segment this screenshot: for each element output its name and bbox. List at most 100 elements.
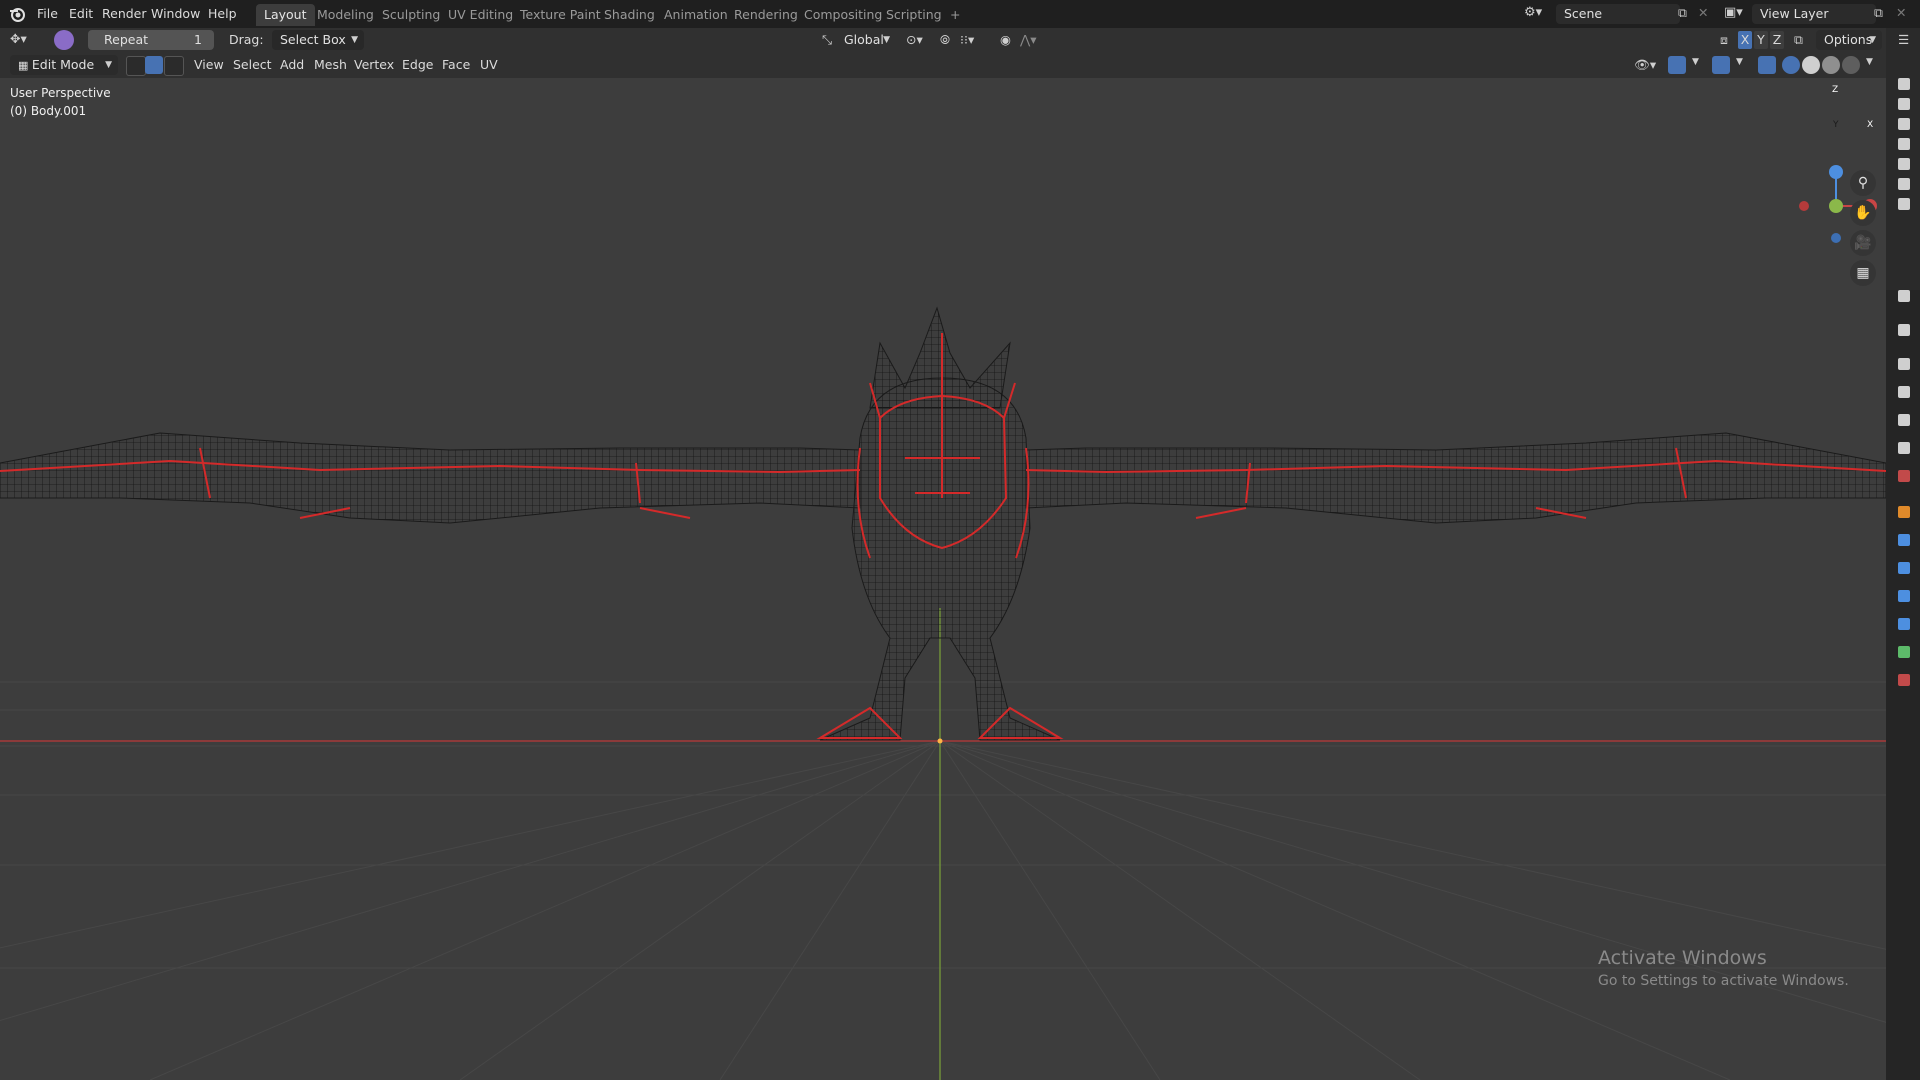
camera-icon[interactable] — [1898, 178, 1910, 190]
tab-modeling[interactable]: Modeling — [309, 4, 382, 26]
options-dropdown[interactable]: Options ▼ — [1816, 30, 1882, 50]
grid-view-icon[interactable]: ▦ — [1850, 260, 1876, 286]
overlay-toggle-icon[interactable] — [1712, 56, 1730, 74]
gizmo-x-label[interactable]: X — [1867, 120, 1873, 130]
close-view-layer-icon[interactable]: ✕ — [1896, 5, 1906, 20]
proportional-edit-icon[interactable]: ◉ — [1000, 32, 1011, 47]
scene-icon[interactable]: ⚙▾ — [1524, 5, 1542, 20]
output-icon[interactable] — [1898, 386, 1910, 398]
menu-add[interactable]: Add — [274, 55, 310, 75]
mirror-x-toggle[interactable]: X — [1738, 31, 1752, 49]
constraints-icon[interactable] — [1898, 618, 1910, 630]
shading-dropdown-icon[interactable]: ▼ — [1866, 57, 1873, 67]
pan-hand-icon[interactable]: ✋ — [1850, 200, 1876, 226]
repeat-label: Repeat — [104, 32, 149, 47]
snap-target-icon[interactable]: ⁝⁝▾ — [960, 32, 974, 47]
mesh-data-icon[interactable] — [1898, 646, 1910, 658]
mode-dropdown[interactable]: ▦ Edit Mode ▼ — [10, 55, 118, 75]
camera-icon[interactable] — [1898, 98, 1910, 110]
tab-texture-paint[interactable]: Texture Paint — [512, 4, 609, 26]
view-layer-icon[interactable] — [1898, 414, 1910, 426]
camera-view-icon[interactable]: 🎥 — [1850, 230, 1876, 256]
properties-editor-icon[interactable] — [1898, 290, 1910, 302]
tab-rendering[interactable]: Rendering — [726, 4, 806, 26]
snap-icon[interactable]: ⦾ — [940, 32, 950, 48]
outliner-row-icon[interactable] — [1898, 118, 1910, 130]
object-icon[interactable] — [1898, 506, 1910, 518]
render-icon[interactable] — [1898, 358, 1910, 370]
add-workspace-button[interactable]: + — [942, 4, 968, 26]
menu-uv[interactable]: UV — [474, 55, 504, 75]
gizmo-y-label[interactable]: Y — [1833, 120, 1839, 130]
xray-toggle-icon[interactable] — [1758, 56, 1776, 74]
material-shading-icon[interactable] — [1822, 56, 1840, 74]
visibility-icon[interactable]: 👁▾ — [1634, 57, 1656, 73]
gizmo-z-label[interactable]: Z — [1832, 85, 1838, 95]
pivot-point-icon[interactable]: ⊙▾ — [906, 32, 923, 47]
menu-window[interactable]: Window — [146, 4, 205, 24]
menu-file[interactable]: File — [32, 4, 63, 24]
tab-scripting[interactable]: Scripting — [878, 4, 950, 26]
gizmo-dropdown-icon[interactable]: ▼ — [1692, 57, 1699, 67]
active-tool-icon[interactable] — [54, 30, 74, 50]
vertex-select-icon[interactable] — [126, 56, 146, 76]
blender-logo-icon[interactable] — [8, 5, 26, 23]
menu-select[interactable]: Select — [227, 55, 278, 75]
scene-name-field[interactable]: Scene — [1556, 4, 1680, 24]
menu-edge[interactable]: Edge — [396, 55, 439, 75]
falloff-icon[interactable]: ⋀▾ — [1020, 32, 1037, 47]
menu-help[interactable]: Help — [203, 4, 242, 24]
viewport-header: ▦ Edit Mode ▼ View Select Add Mesh Vertex… — [0, 52, 1886, 78]
auto-merge-icon[interactable]: ⧉ — [1794, 32, 1803, 48]
menu-view[interactable]: View — [188, 55, 230, 75]
viewport-canvas[interactable] — [0, 78, 1886, 1080]
editor-type-icon[interactable]: ✥▾ — [10, 31, 27, 46]
outliner-row-icon[interactable] — [1898, 158, 1910, 170]
3d-viewport[interactable]: User Perspective (0) Body.001 Z Y X ⚲ ✋ … — [0, 78, 1886, 1080]
mode-value: Edit Mode — [31, 57, 95, 72]
modifier-wrench-icon[interactable] — [1898, 534, 1910, 546]
particles-icon[interactable] — [1898, 562, 1910, 574]
new-scene-icon[interactable]: ⧉ — [1678, 5, 1687, 21]
tab-compositing[interactable]: Compositing — [796, 4, 890, 26]
physics-icon[interactable] — [1898, 590, 1910, 602]
material-icon[interactable] — [1898, 674, 1910, 686]
edge-select-icon[interactable] — [145, 56, 163, 74]
camera-icon[interactable] — [1898, 138, 1910, 150]
wireframe-shading-icon[interactable] — [1782, 56, 1800, 74]
scene-icon[interactable] — [1898, 442, 1910, 454]
new-view-layer-icon[interactable]: ⧉ — [1874, 5, 1883, 21]
tab-sculpting[interactable]: Sculpting — [374, 4, 448, 26]
world-icon[interactable] — [1898, 470, 1910, 482]
tab-animation[interactable]: Animation — [656, 4, 736, 26]
view-layer-icon[interactable]: ▣▾ — [1724, 5, 1743, 20]
menu-vertex[interactable]: Vertex — [348, 55, 400, 75]
menu-edit[interactable]: Edit — [64, 4, 98, 24]
menu-render[interactable]: Render — [97, 4, 152, 24]
repeat-field[interactable]: Repeat 1 — [88, 30, 214, 50]
drag-select-dropdown[interactable]: Select Box ▼ — [272, 30, 364, 50]
tab-layout[interactable]: Layout — [256, 4, 315, 26]
mirror-y-toggle[interactable]: Y — [1754, 31, 1768, 49]
menu-mesh[interactable]: Mesh — [308, 55, 353, 75]
face-select-icon[interactable] — [164, 56, 184, 76]
rendered-shading-icon[interactable] — [1842, 56, 1860, 74]
solid-shading-icon[interactable] — [1802, 56, 1820, 74]
orientation-dropdown[interactable]: Global ▼ — [836, 30, 896, 50]
outliner-row-icon[interactable] — [1898, 78, 1910, 90]
mirror-z-toggle[interactable]: Z — [1770, 31, 1784, 49]
view-layer-field[interactable]: View Layer — [1752, 4, 1876, 24]
zoom-icon[interactable]: ⚲ — [1850, 170, 1876, 196]
gizmo-toggle-icon[interactable] — [1668, 56, 1686, 74]
transform-orientation-icon[interactable]: ⤡ — [822, 32, 832, 48]
tab-shading[interactable]: Shading — [596, 4, 663, 26]
tool-icon[interactable] — [1898, 324, 1910, 336]
camera-icon[interactable] — [1898, 198, 1910, 210]
outliner-editor-icon[interactable]: ☰ — [1898, 32, 1909, 47]
close-scene-icon[interactable]: ✕ — [1698, 5, 1708, 20]
mirror-icon[interactable]: ⧈ — [1720, 32, 1728, 48]
tab-uv-editing[interactable]: UV Editing — [440, 4, 521, 26]
drag-value: Select Box — [280, 32, 346, 47]
overlay-dropdown-icon[interactable]: ▼ — [1736, 57, 1743, 67]
menu-face[interactable]: Face — [436, 55, 476, 75]
